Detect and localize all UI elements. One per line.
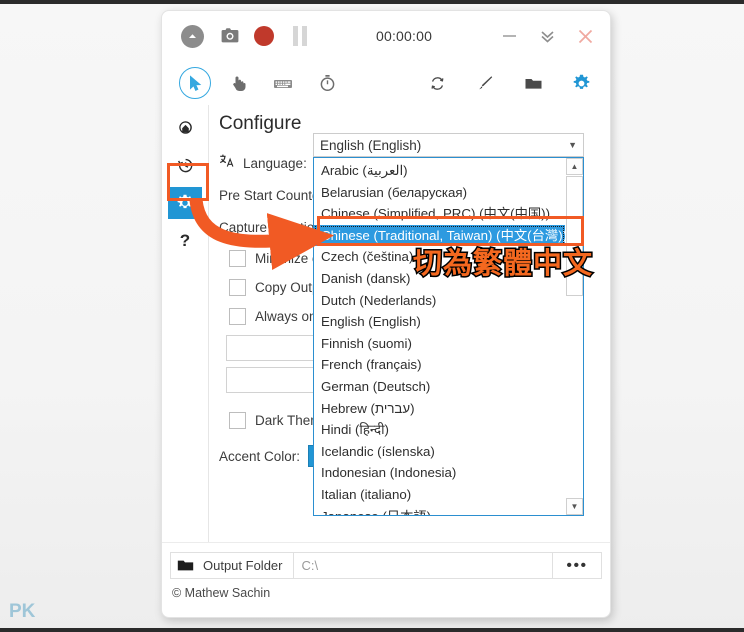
minimize-checkbox[interactable]	[229, 249, 246, 267]
sidebar-item-home[interactable]	[168, 111, 202, 143]
sidebar-item-settings[interactable]	[168, 187, 202, 219]
copy-output-checkbox[interactable]	[229, 278, 246, 296]
language-option[interactable]: Indonesian (Indonesia)	[314, 462, 565, 484]
output-folder-row: Output Folder C:\ •••	[170, 552, 602, 579]
minimize-button[interactable]	[490, 19, 528, 53]
record-icon[interactable]	[246, 18, 282, 54]
collapse-up-icon[interactable]	[174, 18, 210, 54]
pre-start-countdown-label: Pre Start Countd	[219, 187, 320, 203]
sidebar-item-history[interactable]	[168, 149, 202, 181]
window-footer: Output Folder C:\ ••• © Mathew Sachin	[162, 542, 610, 617]
language-option[interactable]: French (français)	[314, 354, 565, 376]
camera-icon[interactable]	[210, 18, 246, 54]
scroll-down-arrow-icon[interactable]: ▼	[566, 498, 583, 515]
stopwatch-icon[interactable]	[308, 66, 346, 100]
sidebar-item-help[interactable]: ?	[168, 225, 202, 257]
language-option[interactable]: Arabic (العربية)	[314, 160, 565, 182]
window-titlebar: 00:00:00	[162, 11, 610, 61]
browse-button[interactable]: •••	[553, 553, 601, 578]
language-option[interactable]: Finnish (suomi)	[314, 333, 565, 355]
refresh-icon[interactable]	[418, 66, 456, 100]
watermark: PK	[9, 601, 35, 623]
language-dropdown-items: Arabic (العربية) Belarusian (беларуская) C…	[314, 158, 565, 515]
keyboard-icon[interactable]	[264, 66, 302, 100]
accent-color-label: Accent Color:	[219, 448, 301, 464]
language-combobox-value: English (English)	[320, 137, 422, 153]
pause-bars	[293, 26, 307, 46]
language-label: Language:	[243, 155, 307, 171]
language-option[interactable]: German (Deutsch)	[314, 376, 565, 398]
language-dropdown-list[interactable]: Arabic (العربية) Belarusian (беларуская) C…	[313, 157, 584, 516]
recording-timer: 00:00:00	[376, 28, 433, 44]
output-folder-path[interactable]: C:\	[294, 553, 553, 578]
language-option[interactable]: Japanese (日本語)	[314, 506, 565, 516]
dark-theme-checkbox[interactable]	[229, 411, 246, 429]
configure-panel: Configure Language: Pre Start Countd Cap…	[208, 105, 610, 542]
output-folder-label: Output Folder	[203, 558, 283, 573]
language-option[interactable]: Chinese (Traditional, Taiwan) (中文(台灣))	[314, 224, 565, 247]
text-field-two[interactable]	[226, 367, 326, 393]
scroll-up-arrow-icon[interactable]: ▲	[566, 158, 583, 175]
pause-icon[interactable]	[282, 18, 318, 54]
language-option[interactable]: Belarusian (беларуская)	[314, 182, 565, 204]
language-option[interactable]: Icelandic (íslenska)	[314, 441, 565, 463]
folder-icon	[177, 559, 194, 572]
language-option[interactable]: Italian (italiano)	[314, 484, 565, 506]
language-option[interactable]: Dutch (Nederlands)	[314, 290, 565, 312]
window-controls	[490, 19, 604, 53]
help-question-glyph: ?	[179, 231, 191, 250]
tool-row-right	[418, 66, 600, 100]
chevron-double-down-icon[interactable]	[528, 19, 566, 53]
close-button[interactable]	[566, 19, 604, 53]
language-option[interactable]: Chinese (Simplified, PRC) (中文(中国))	[314, 203, 565, 225]
language-option[interactable]: Czech (čeština)	[314, 246, 565, 268]
folder-icon[interactable]	[514, 66, 552, 100]
watermark-text: PK	[9, 601, 36, 622]
tool-row	[162, 61, 610, 105]
record-dot	[254, 26, 274, 46]
language-option[interactable]: Hebrew (עברית)	[314, 398, 565, 420]
chevron-down-icon: ▼	[568, 140, 577, 150]
left-sidebar: ?	[162, 105, 208, 542]
scrollbar-thumb[interactable]	[566, 176, 583, 296]
hand-click-tool[interactable]	[220, 66, 258, 100]
output-folder-label-cell[interactable]: Output Folder	[171, 553, 294, 578]
cursor-tool[interactable]	[176, 66, 214, 100]
language-option[interactable]: Danish (dansk)	[314, 268, 565, 290]
page-title: Configure	[219, 113, 302, 134]
copyright-text: © Mathew Sachin	[172, 586, 271, 600]
text-field-one[interactable]	[226, 335, 326, 361]
screenshot-background: 00:00:00 ? Configure Language: Pre Start…	[0, 0, 744, 632]
language-option[interactable]: English (English)	[314, 311, 565, 333]
pen-icon[interactable]	[466, 66, 504, 100]
dropdown-scrollbar[interactable]: ▲ ▼	[565, 158, 583, 515]
always-on-top-checkbox[interactable]	[229, 307, 246, 325]
translate-icon	[219, 153, 236, 171]
language-option[interactable]: Hindi (हिन्दी)	[314, 419, 565, 441]
language-combobox[interactable]: English (English) ▼	[313, 133, 584, 157]
collapse-up-circle	[180, 24, 204, 48]
capture-duration-label: Capture Duration	[219, 219, 322, 235]
settings-gear-icon[interactable]	[562, 66, 600, 100]
captura-app-window: 00:00:00 ? Configure Language: Pre Start…	[161, 10, 611, 618]
window-body: ? Configure Language: Pre Start Countd C…	[162, 105, 610, 542]
